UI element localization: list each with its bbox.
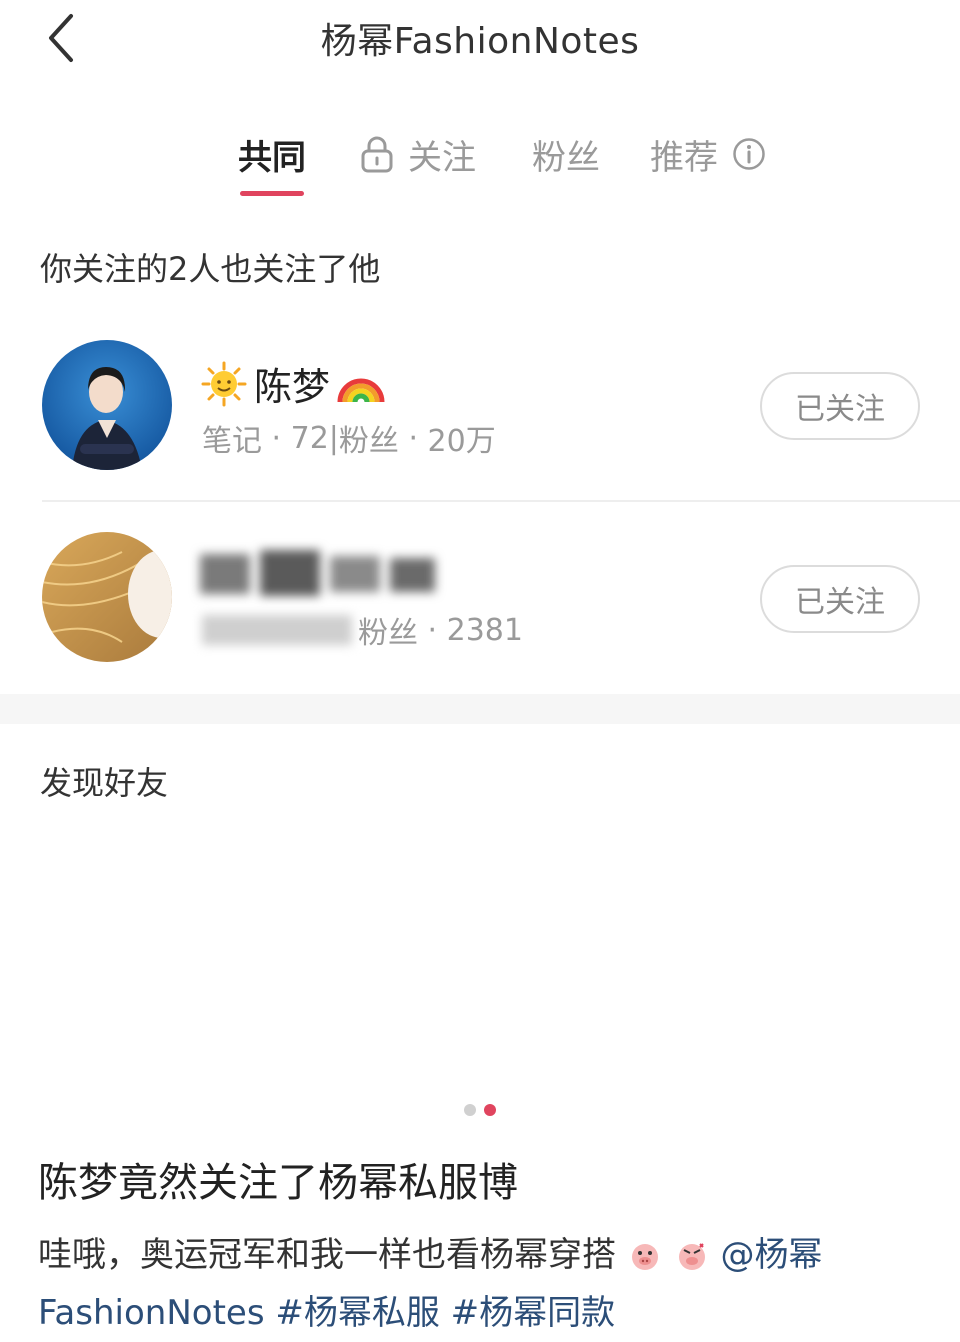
user-name-line xyxy=(200,544,440,604)
user-name: 陈梦 xyxy=(254,365,331,409)
avatar[interactable] xyxy=(42,532,172,662)
user-row[interactable]: 陈梦 笔记 · 72 | 粉丝 · 20万 已关注 xyxy=(0,316,960,496)
notes-count: 72 xyxy=(290,420,329,456)
divider xyxy=(42,500,960,502)
post-title: 陈梦竟然关注了杨幂私服博 xyxy=(38,1160,518,1206)
pager-dot xyxy=(464,1104,476,1116)
info-icon[interactable] xyxy=(732,137,766,171)
angry-pig-emoji-icon xyxy=(678,1243,705,1270)
active-tab-indicator xyxy=(240,191,304,196)
blurred-name xyxy=(200,550,435,596)
section-separator xyxy=(0,694,960,724)
separator: · xyxy=(262,420,291,456)
tab-label: 粉丝 xyxy=(532,137,600,178)
mutual-section-title: 你关注的2人也关注了他 xyxy=(40,250,381,288)
tab-bar: 共同 关注 粉丝 推荐 xyxy=(0,126,960,206)
pager-dot-active xyxy=(484,1104,496,1116)
tab-label: 共同 xyxy=(238,137,306,178)
tab-recommend[interactable]: 推荐 xyxy=(650,126,766,182)
following-button[interactable]: 已关注 xyxy=(760,565,920,633)
tab-label: 推荐 xyxy=(650,137,718,178)
separator: · xyxy=(418,612,447,648)
tab-common[interactable]: 共同 xyxy=(238,126,306,196)
fans-count: 2381 xyxy=(446,612,523,648)
fans-label: 粉丝 xyxy=(358,616,418,651)
post-body: 哇哦，奥运冠军和我一样也看杨幂穿搭 @杨幂FashionNotes #杨幂私服 … xyxy=(38,1226,938,1342)
fans-label: 粉丝 xyxy=(338,424,399,459)
surprised-pig-emoji-icon xyxy=(631,1244,658,1270)
post-text: 哇哦，奥运冠军和我一样也看杨幂穿搭 xyxy=(38,1235,616,1275)
sun-emoji-icon xyxy=(201,361,247,406)
hashtag-link[interactable]: #杨幂私服 xyxy=(275,1293,440,1333)
blurred-notes xyxy=(202,615,352,645)
tab-following[interactable]: 关注 xyxy=(360,126,476,182)
hashtag-link[interactable]: #杨幂同款 xyxy=(451,1293,616,1333)
avatar[interactable] xyxy=(42,340,172,470)
user-row[interactable]: 粉丝 · 2381 已关注 xyxy=(0,508,960,688)
separator-bar: | xyxy=(328,420,339,456)
image-pager xyxy=(0,1104,960,1116)
top-bar: 杨幂FashionNotes xyxy=(0,0,960,80)
user-name-line: 陈梦 xyxy=(200,356,386,411)
discover-section-title: 发现好友 xyxy=(40,764,169,802)
rainbow-emoji-icon xyxy=(337,378,385,402)
page-title: 杨幂FashionNotes xyxy=(320,21,640,62)
lock-icon xyxy=(360,135,394,173)
fans-count: 20万 xyxy=(427,424,496,459)
tab-fans[interactable]: 粉丝 xyxy=(532,126,600,182)
tab-label: 关注 xyxy=(408,137,476,178)
notes-label: 笔记 xyxy=(202,424,262,459)
following-button[interactable]: 已关注 xyxy=(760,372,920,440)
user-stats: 笔记 · 72 | 粉丝 · 20万 xyxy=(202,416,496,460)
separator: · xyxy=(398,420,428,456)
user-stats: 粉丝 · 2381 xyxy=(202,608,523,652)
